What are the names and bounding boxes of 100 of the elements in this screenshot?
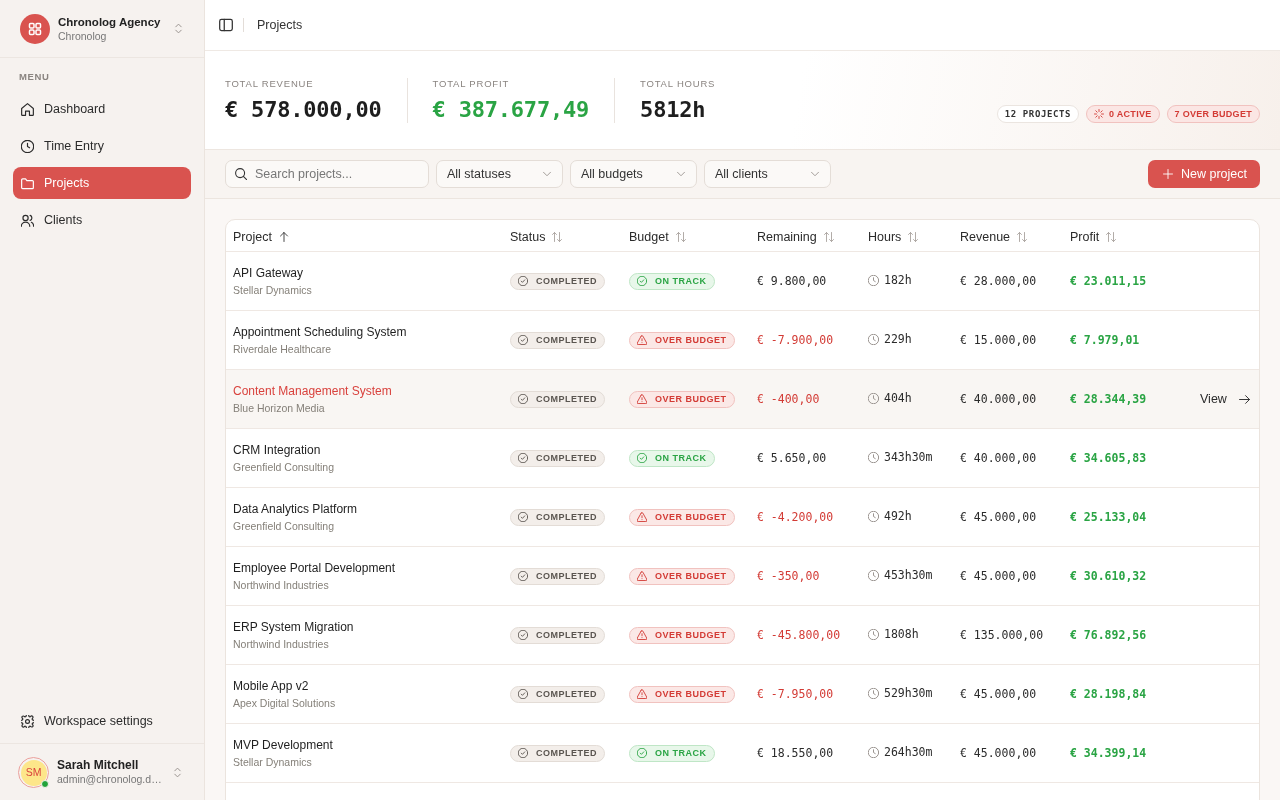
view-link[interactable]: View <box>1200 392 1250 406</box>
status-label: COMPLETED <box>536 453 597 463</box>
status-label: COMPLETED <box>536 571 597 581</box>
search-field[interactable]: Search projects... <box>225 160 429 188</box>
budget-label: OVER BUDGET <box>655 335 727 345</box>
client-name: Stellar Dynamics <box>233 282 313 297</box>
circle-check-icon <box>518 571 528 581</box>
client-name: Apex Digital Solutions <box>233 695 337 710</box>
project-name[interactable]: Mobile App v2 <box>233 678 494 694</box>
nav-item[interactable]: Projects <box>13 167 191 199</box>
sort-arrows-icon[interactable] <box>823 231 834 242</box>
project-name[interactable]: Content Management System <box>233 383 494 399</box>
circle-check-icon <box>637 453 647 463</box>
status-label: COMPLETED <box>536 512 597 522</box>
hours-value: 343h30m <box>884 450 933 465</box>
stat-label: TOTAL HOURS <box>640 77 716 89</box>
revenue-cell: € 45.000,00 <box>952 664 1062 724</box>
nav-item[interactable]: Workspace settings <box>13 705 191 737</box>
column-header[interactable]: Revenue <box>960 229 1028 244</box>
budget-label: OVER BUDGET <box>655 630 727 640</box>
table-row[interactable]: CRM Integration Greenfield Consulting COMPLETED ON TRACK € 5.650,00 343h30m € 40.000,00 € 34.605,83 <box>226 428 1259 488</box>
chevron-updown-icon[interactable] <box>173 23 184 34</box>
circle-check-icon <box>518 335 528 345</box>
project-name[interactable]: Employee Portal Development <box>233 560 494 576</box>
remaining-cell: € -7.900,00 <box>749 310 860 370</box>
status-label: COMPLETED <box>536 630 597 640</box>
column-header[interactable]: Profit <box>1070 229 1117 244</box>
circle-check-icon <box>518 512 528 522</box>
column-header[interactable]: Project <box>233 229 289 244</box>
project-count-badge: 12 PROJECTS <box>996 105 1079 123</box>
chevron-down-icon <box>542 169 552 179</box>
warning-icon <box>637 512 647 522</box>
profit-cell: € 25.133,04 <box>1062 487 1192 547</box>
table-row[interactable]: Appointment Scheduling System Riverdale Healthcare COMPLETED OVER BUDGET € -7.900,00 229h € 15.000,00 € 7.979,01 <box>226 310 1259 370</box>
remaining-cell: € -4.200,00 <box>749 487 860 547</box>
sort-arrows-icon[interactable] <box>908 231 919 242</box>
project-name[interactable]: MVP Development <box>233 737 494 753</box>
workspace-subtitle: Chronolog <box>58 29 108 43</box>
column-header[interactable]: Remaining <box>757 229 834 244</box>
table-row[interactable]: API Gateway Stellar Dynamics COMPLETED ON TRACK € 9.800,00 182h € 28.000,00 € 23.011,15 <box>226 251 1259 311</box>
sidebar-toggle-icon[interactable] <box>219 18 233 32</box>
hours-value: 453h30m <box>884 568 933 583</box>
stat-value: € 387.677,49 <box>432 96 590 123</box>
hours-value: 264h30m <box>884 745 933 760</box>
page-title: Projects <box>257 18 303 32</box>
project-name[interactable]: CRM Integration <box>233 442 494 458</box>
remaining-cell: € -400,00 <box>749 369 860 429</box>
profit-cell: € 28.344,39 <box>1062 369 1192 429</box>
arrow-up-icon[interactable] <box>278 231 289 242</box>
menu-section-label: MENU <box>18 70 51 84</box>
search-icon <box>235 168 247 180</box>
revenue-cell: € 45.000,00 <box>952 723 1062 783</box>
project-name[interactable]: Appointment Scheduling System <box>233 324 494 340</box>
sort-arrows-icon[interactable] <box>675 231 686 242</box>
chevron-down-icon <box>676 169 686 179</box>
profit-cell: € 7.979,01 <box>1062 310 1192 370</box>
column-header[interactable]: Budget <box>629 229 686 244</box>
chevron-updown-icon[interactable] <box>172 766 183 778</box>
filter-dropdown[interactable]: All statuses <box>436 160 563 188</box>
column-header[interactable]: Status <box>510 229 563 244</box>
clock-icon <box>868 392 879 404</box>
status-label: COMPLETED <box>536 335 597 345</box>
sort-arrows-icon[interactable] <box>1017 231 1028 242</box>
budget-label: OVER BUDGET <box>655 689 727 699</box>
project-name[interactable]: ERP System Migration <box>233 619 494 635</box>
table-row[interactable]: MVP Development Stellar Dynamics COMPLETED ON TRACK € 18.550,00 264h30m € 45.000,00 € 34.399,14 <box>226 723 1259 783</box>
profit-cell: € 30.610,32 <box>1062 546 1192 606</box>
filter-dropdown[interactable]: All clients <box>704 160 831 188</box>
new-project-button[interactable]: New project <box>1148 160 1260 188</box>
nav-item[interactable]: Dashboard <box>13 93 191 125</box>
warning-icon <box>637 689 647 699</box>
avatar-initials: SM <box>25 766 42 778</box>
table-row[interactable]: ERP System Migration Northwind Industries COMPLETED OVER BUDGET € -45.800,00 1808h € 135.000,00 € 76.892,56 <box>226 605 1259 665</box>
remaining-cell: € 9.800,00 <box>749 251 860 311</box>
status-label: COMPLETED <box>536 689 597 699</box>
profit-cell: € 28.198,84 <box>1062 664 1192 724</box>
client-name: Blue Horizon Media <box>233 400 326 415</box>
user-email: admin@chronolog.d… <box>57 773 163 786</box>
table-row[interactable]: Mobile App v2 Apex Digital Solutions COMPLETED OVER BUDGET € -7.950,00 529h30m € 45.000,00 € 28.198,84 <box>226 664 1259 724</box>
hours-value: 182h <box>884 273 912 288</box>
clock-icon <box>868 569 879 581</box>
filter-dropdown[interactable]: All budgets <box>570 160 697 188</box>
project-name[interactable]: Data Analytics Platform <box>233 501 494 517</box>
profit-cell: € 76.892,56 <box>1062 605 1192 665</box>
table-row[interactable]: Employee Portal Development Northwind Industries COMPLETED OVER BUDGET € -350,00 453h30m € 45.000,00 € 30.610,32 <box>226 546 1259 606</box>
column-header[interactable]: Hours <box>868 229 919 244</box>
stat-value: € 578.000,00 <box>225 96 382 123</box>
table-row[interactable]: Data Analytics Platform Greenfield Consulting COMPLETED OVER BUDGET € -4.200,00 492h € 45.000,00 € 25.133,04 <box>226 487 1259 547</box>
project-name[interactable]: API Gateway <box>233 265 494 281</box>
circle-check-icon <box>518 689 528 699</box>
clock-icon <box>868 451 879 463</box>
hours-value: 1808h <box>884 627 919 642</box>
sort-arrows-icon[interactable] <box>552 231 563 242</box>
table-row[interactable]: Content Management System Blue Horizon Media COMPLETED OVER BUDGET € -400,00 404h € 40.000,00 € 28.344,39 View <box>226 369 1259 429</box>
stat-label: TOTAL PROFIT <box>432 77 510 89</box>
users-icon <box>21 213 34 227</box>
nav-item[interactable]: Clients <box>13 204 191 236</box>
nav-item[interactable]: Time Entry <box>13 130 191 162</box>
sort-arrows-icon[interactable] <box>1106 231 1117 242</box>
client-name: Northwind Industries <box>233 636 330 651</box>
